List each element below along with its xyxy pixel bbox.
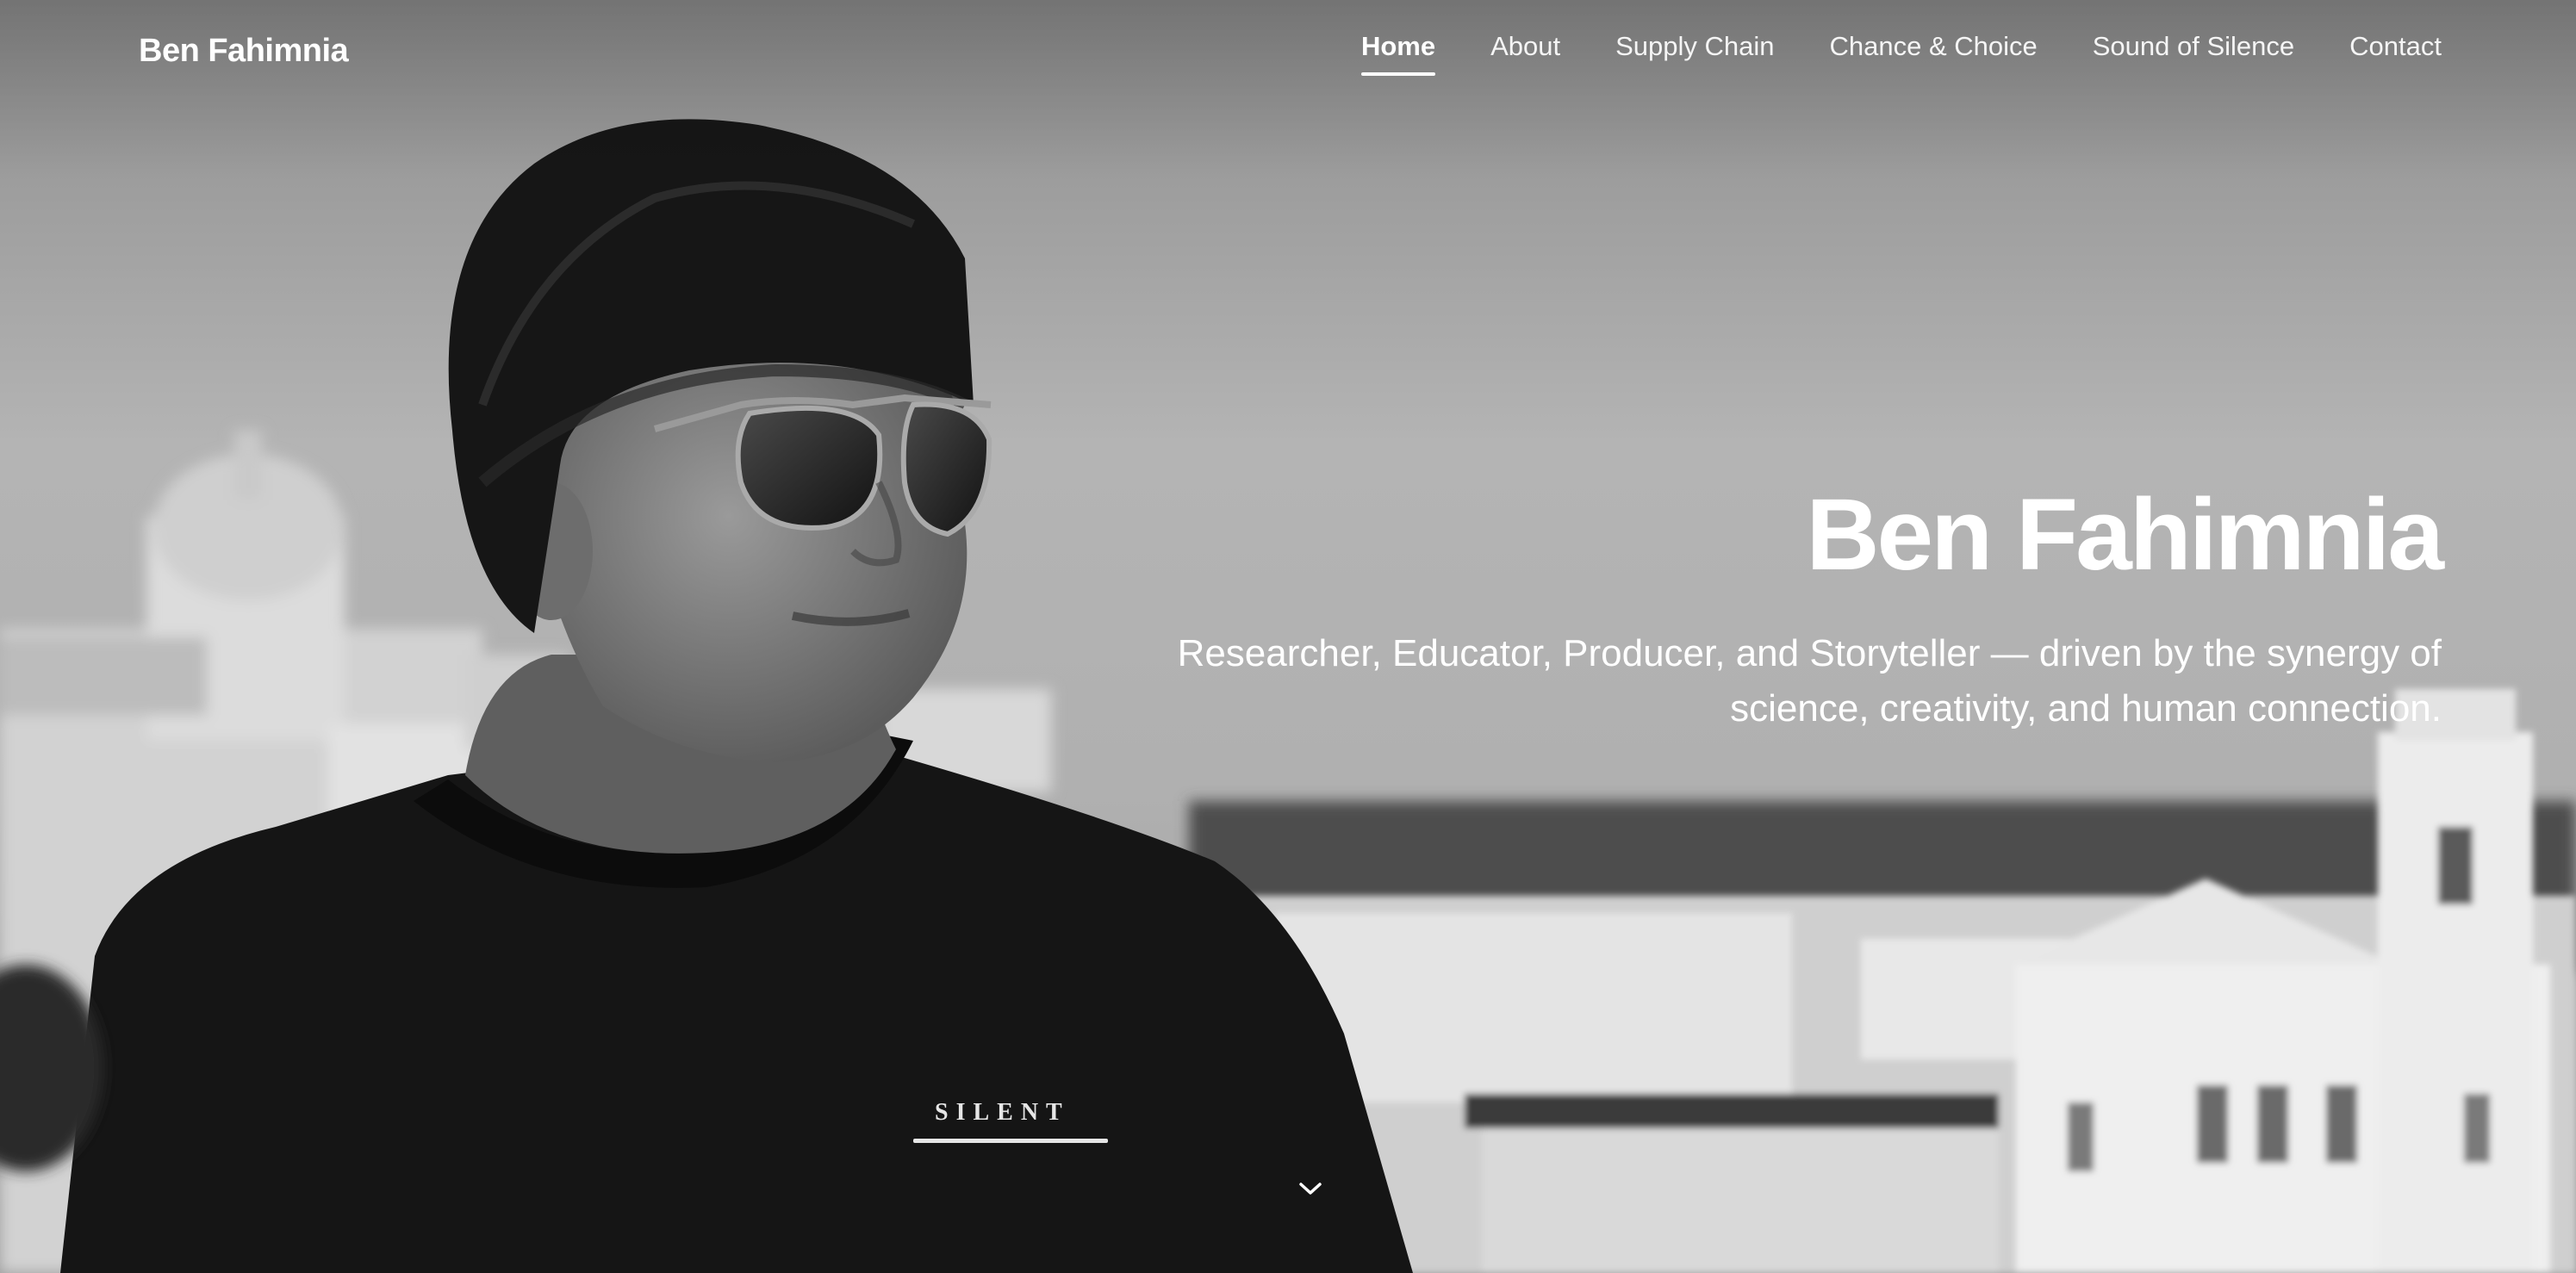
chevron-down-icon <box>1299 1183 1322 1195</box>
main-nav: Home About Supply Chain Chance & Choice … <box>1360 31 2442 76</box>
shirt-underline <box>913 1139 1108 1143</box>
scroll-down-button[interactable] <box>1296 1174 1325 1203</box>
nav-chance-choice[interactable]: Chance & Choice <box>1830 31 2038 76</box>
site-logo[interactable]: Ben Fahimnia <box>139 33 349 70</box>
nav-contact[interactable]: Contact <box>2349 31 2442 76</box>
hero-title: Ben Fahimnia <box>1806 478 2444 592</box>
nav-sound-of-silence[interactable]: Sound of Silence <box>2093 31 2294 76</box>
nav-home[interactable]: Home <box>1360 31 1436 76</box>
nav-about[interactable]: About <box>1490 31 1560 76</box>
hero-section: SILENT Ben Fahimnia Home About Supply Ch… <box>0 0 2576 1273</box>
hero-tagline: Researcher, Educator, Producer, and Stor… <box>1177 632 2442 730</box>
shirt-logo: SILENT <box>935 1099 1070 1126</box>
nav-supply-chain[interactable]: Supply Chain <box>1615 31 1774 76</box>
